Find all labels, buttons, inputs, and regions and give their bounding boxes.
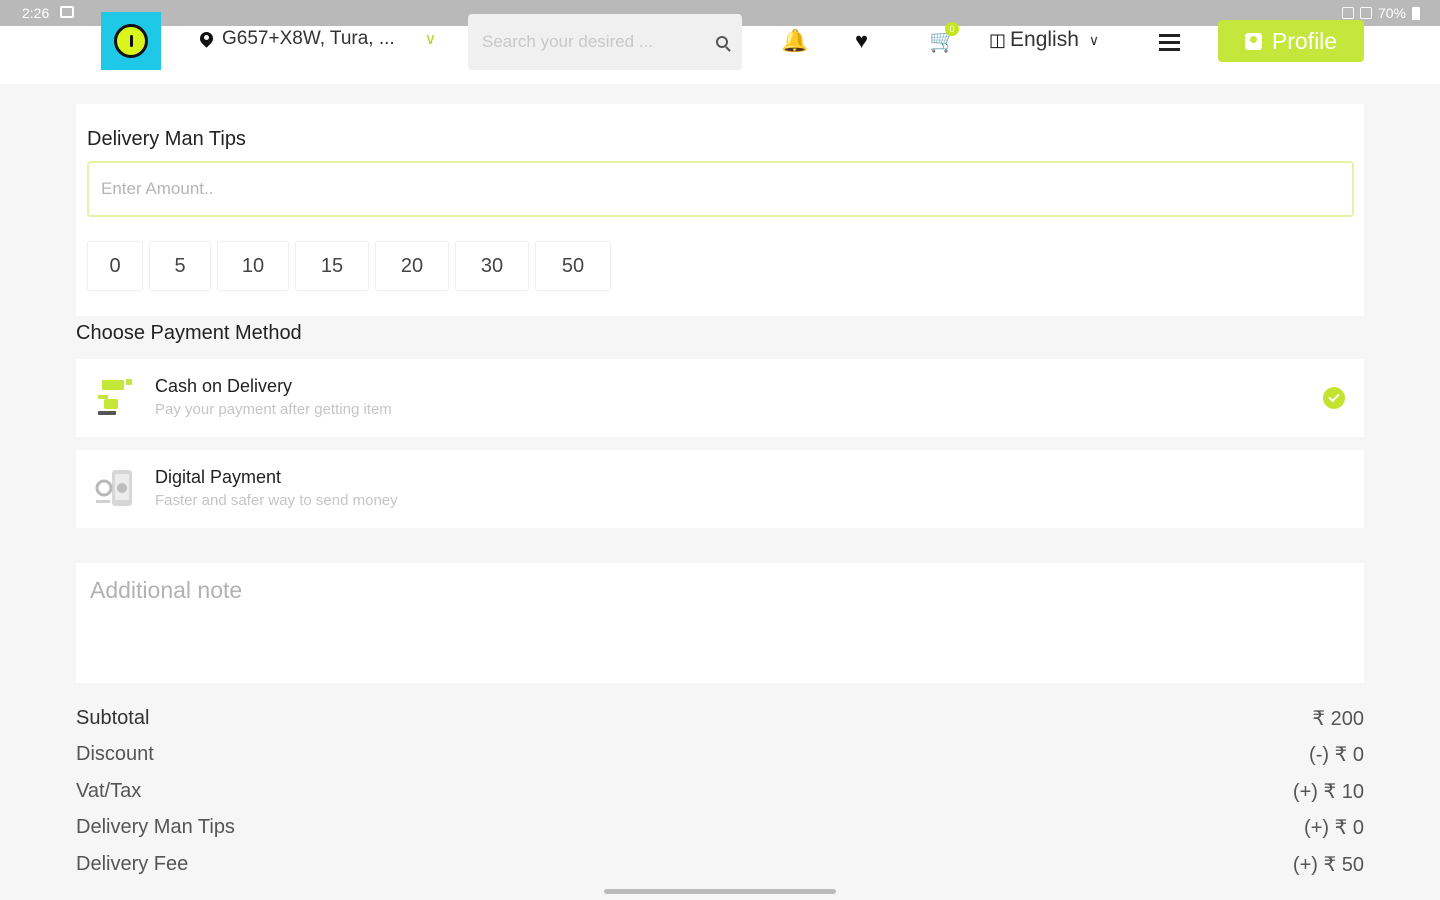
app-header: G657+X8W, Tura, ... ∨ Search your desire…: [0, 12, 1440, 84]
signal-icon: [1359, 7, 1372, 19]
tip-option[interactable]: 20: [375, 241, 449, 291]
cash-icon: [98, 379, 132, 415]
status-right: 70%: [1341, 5, 1420, 21]
additional-note-field[interactable]: [76, 563, 1364, 683]
payment-option-digital[interactable]: Digital Payment Faster and safer way to …: [76, 450, 1364, 528]
profile-label: Profile: [1271, 27, 1338, 54]
summary-row-vat: Vat/Tax (+) ₹ 10: [76, 773, 1364, 810]
battery-icon: [1412, 6, 1420, 20]
home-indicator[interactable]: [604, 889, 836, 894]
tip-option[interactable]: 10: [217, 241, 289, 291]
search-box[interactable]: Search your desired ...: [468, 14, 742, 70]
delivery-tips-card: Delivery Man Tips 0 5 10 15 20 30 50: [76, 104, 1364, 316]
check-icon: [1323, 387, 1345, 409]
payment-method-subtitle: Faster and safer way to send money: [155, 492, 398, 509]
summary-label: Vat/Tax: [76, 779, 142, 802]
hamburger-menu-icon[interactable]: [1159, 34, 1180, 55]
order-summary: Subtotal ₹ 200 Discount (-) ₹ 0 Vat/Tax …: [76, 700, 1364, 883]
summary-value: (+) ₹ 50: [1292, 853, 1364, 876]
payment-method-title: Digital Payment: [155, 467, 282, 487]
summary-value: (+) ₹ 10: [1292, 780, 1364, 803]
summary-label: Subtotal: [76, 706, 150, 729]
payment-section-title: Choose Payment Method: [76, 322, 302, 344]
wifi-icon: [1341, 7, 1354, 19]
tip-option[interactable]: 50: [535, 241, 611, 291]
bell-icon[interactable]: 🔔: [781, 28, 808, 54]
payment-method-title: Cash on Delivery: [155, 376, 293, 396]
heart-icon[interactable]: ♥: [855, 28, 868, 54]
cart-count-badge: 0: [945, 22, 959, 36]
summary-value: (+) ₹ 0: [1304, 817, 1364, 840]
summary-row-delivery-fee: Delivery Fee (+) ₹ 50: [76, 846, 1364, 883]
chevron-down-icon: ∨: [424, 31, 437, 48]
tip-amount-input[interactable]: [87, 161, 1354, 217]
summary-row-subtotal: Subtotal ₹ 200: [76, 700, 1364, 737]
tips-title: Delivery Man Tips: [87, 128, 246, 150]
payment-option-cod[interactable]: Cash on Delivery Pay your payment after …: [76, 359, 1364, 437]
battery-percent: 70%: [1377, 5, 1406, 21]
search-icon[interactable]: [716, 36, 728, 48]
tip-option[interactable]: 30: [455, 241, 529, 291]
app-logo[interactable]: [101, 12, 161, 70]
summary-label: Delivery Fee: [76, 852, 189, 875]
status-time: 2:26: [22, 5, 50, 21]
summary-value: ₹ 200: [1312, 707, 1364, 730]
logo-power-icon: [114, 24, 148, 58]
tip-option[interactable]: 0: [87, 241, 143, 291]
location-pin-icon: [200, 32, 214, 46]
language-selector[interactable]: ◫ English ∨: [989, 28, 1099, 52]
profile-button[interactable]: Profile: [1218, 20, 1364, 62]
summary-label: Delivery Man Tips: [76, 816, 235, 839]
tip-option[interactable]: 15: [295, 241, 369, 291]
summary-value: (-) ₹ 0: [1309, 744, 1364, 767]
tip-option[interactable]: 5: [149, 241, 211, 291]
image-notification-icon: [60, 6, 74, 18]
summary-row-tips: Delivery Man Tips (+) ₹ 0: [76, 810, 1364, 847]
tip-options: 0 5 10 15 20 30 50: [87, 241, 611, 291]
summary-label: Discount: [76, 743, 154, 766]
location-selector[interactable]: G657+X8W, Tura, ... ∨: [200, 28, 436, 50]
search-placeholder: Search your desired ...: [482, 32, 654, 51]
translate-icon: ◫: [989, 29, 1007, 50]
digital-payment-icon: [95, 470, 132, 506]
language-label: English: [1010, 28, 1079, 51]
payment-method-subtitle: Pay your payment after getting item: [155, 401, 392, 418]
location-text: G657+X8W, Tura, ...: [222, 28, 395, 49]
profile-icon: [1244, 32, 1262, 50]
chevron-down-icon: ∨: [1088, 31, 1100, 48]
summary-row-discount: Discount (-) ₹ 0: [76, 737, 1364, 774]
